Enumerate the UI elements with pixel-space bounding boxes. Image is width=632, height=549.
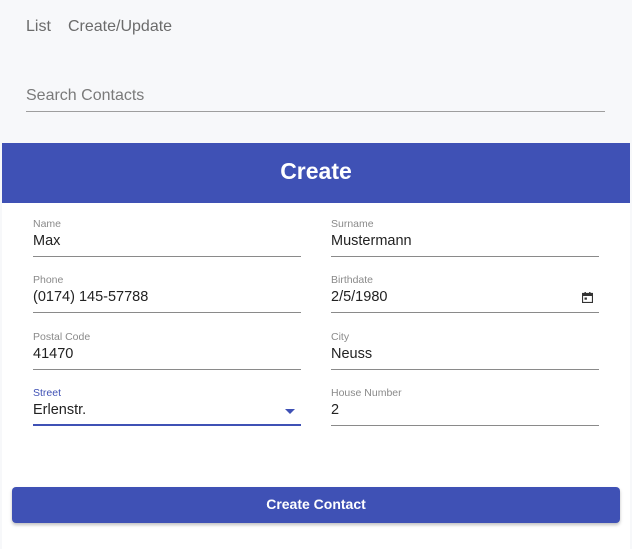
name-value[interactable]: Max — [33, 233, 301, 249]
street-underline — [33, 424, 301, 426]
street-select[interactable]: Street Erlenstr. — [33, 387, 301, 435]
city-value[interactable]: Neuss — [331, 346, 599, 362]
nav-link-list[interactable]: List — [26, 18, 51, 36]
name-field[interactable]: Name Max — [33, 218, 301, 266]
phone-underline — [33, 312, 301, 313]
house-number-value[interactable]: 2 — [331, 402, 599, 418]
contact-form-card: Create Name Max Surname Mustermann Phone… — [2, 143, 630, 549]
street-label: Street — [33, 387, 62, 399]
birthdate-underline — [331, 312, 599, 313]
phone-label: Phone — [33, 274, 64, 286]
name-underline — [33, 256, 301, 257]
calendar-icon[interactable] — [582, 292, 593, 303]
postal-code-field[interactable]: Postal Code 41470 — [33, 331, 301, 379]
postal-code-underline — [33, 369, 301, 370]
surname-underline — [331, 256, 599, 257]
birthdate-value[interactable]: 2/5/1980 — [331, 289, 599, 305]
surname-field[interactable]: Surname Mustermann — [331, 218, 599, 266]
create-contact-button[interactable]: Create Contact — [12, 487, 620, 523]
postal-code-value[interactable]: 41470 — [33, 346, 301, 362]
nav-link-create-update[interactable]: Create/Update — [68, 18, 172, 36]
city-field[interactable]: City Neuss — [331, 331, 599, 379]
postal-code-label: Postal Code — [33, 331, 91, 343]
birthdate-field[interactable]: Birthdate 2/5/1980 — [331, 274, 599, 322]
search-field — [26, 84, 605, 112]
phone-field[interactable]: Phone (0174) 145-57788 — [33, 274, 301, 322]
house-number-field[interactable]: House Number 2 — [331, 387, 599, 435]
top-navigation: List Create/Update — [0, 0, 632, 56]
house-number-label: House Number — [331, 387, 402, 399]
surname-value[interactable]: Mustermann — [331, 233, 599, 249]
chevron-down-icon[interactable] — [285, 409, 295, 414]
city-label: City — [331, 331, 350, 343]
birthdate-label: Birthdate — [331, 274, 374, 286]
form-title: Create — [2, 143, 630, 203]
name-label: Name — [33, 218, 62, 230]
house-number-underline — [331, 425, 599, 426]
phone-value[interactable]: (0174) 145-57788 — [33, 289, 301, 305]
search-input[interactable] — [26, 84, 605, 108]
street-value[interactable]: Erlenstr. — [33, 402, 301, 418]
city-underline — [331, 369, 599, 370]
surname-label: Surname — [331, 218, 374, 230]
